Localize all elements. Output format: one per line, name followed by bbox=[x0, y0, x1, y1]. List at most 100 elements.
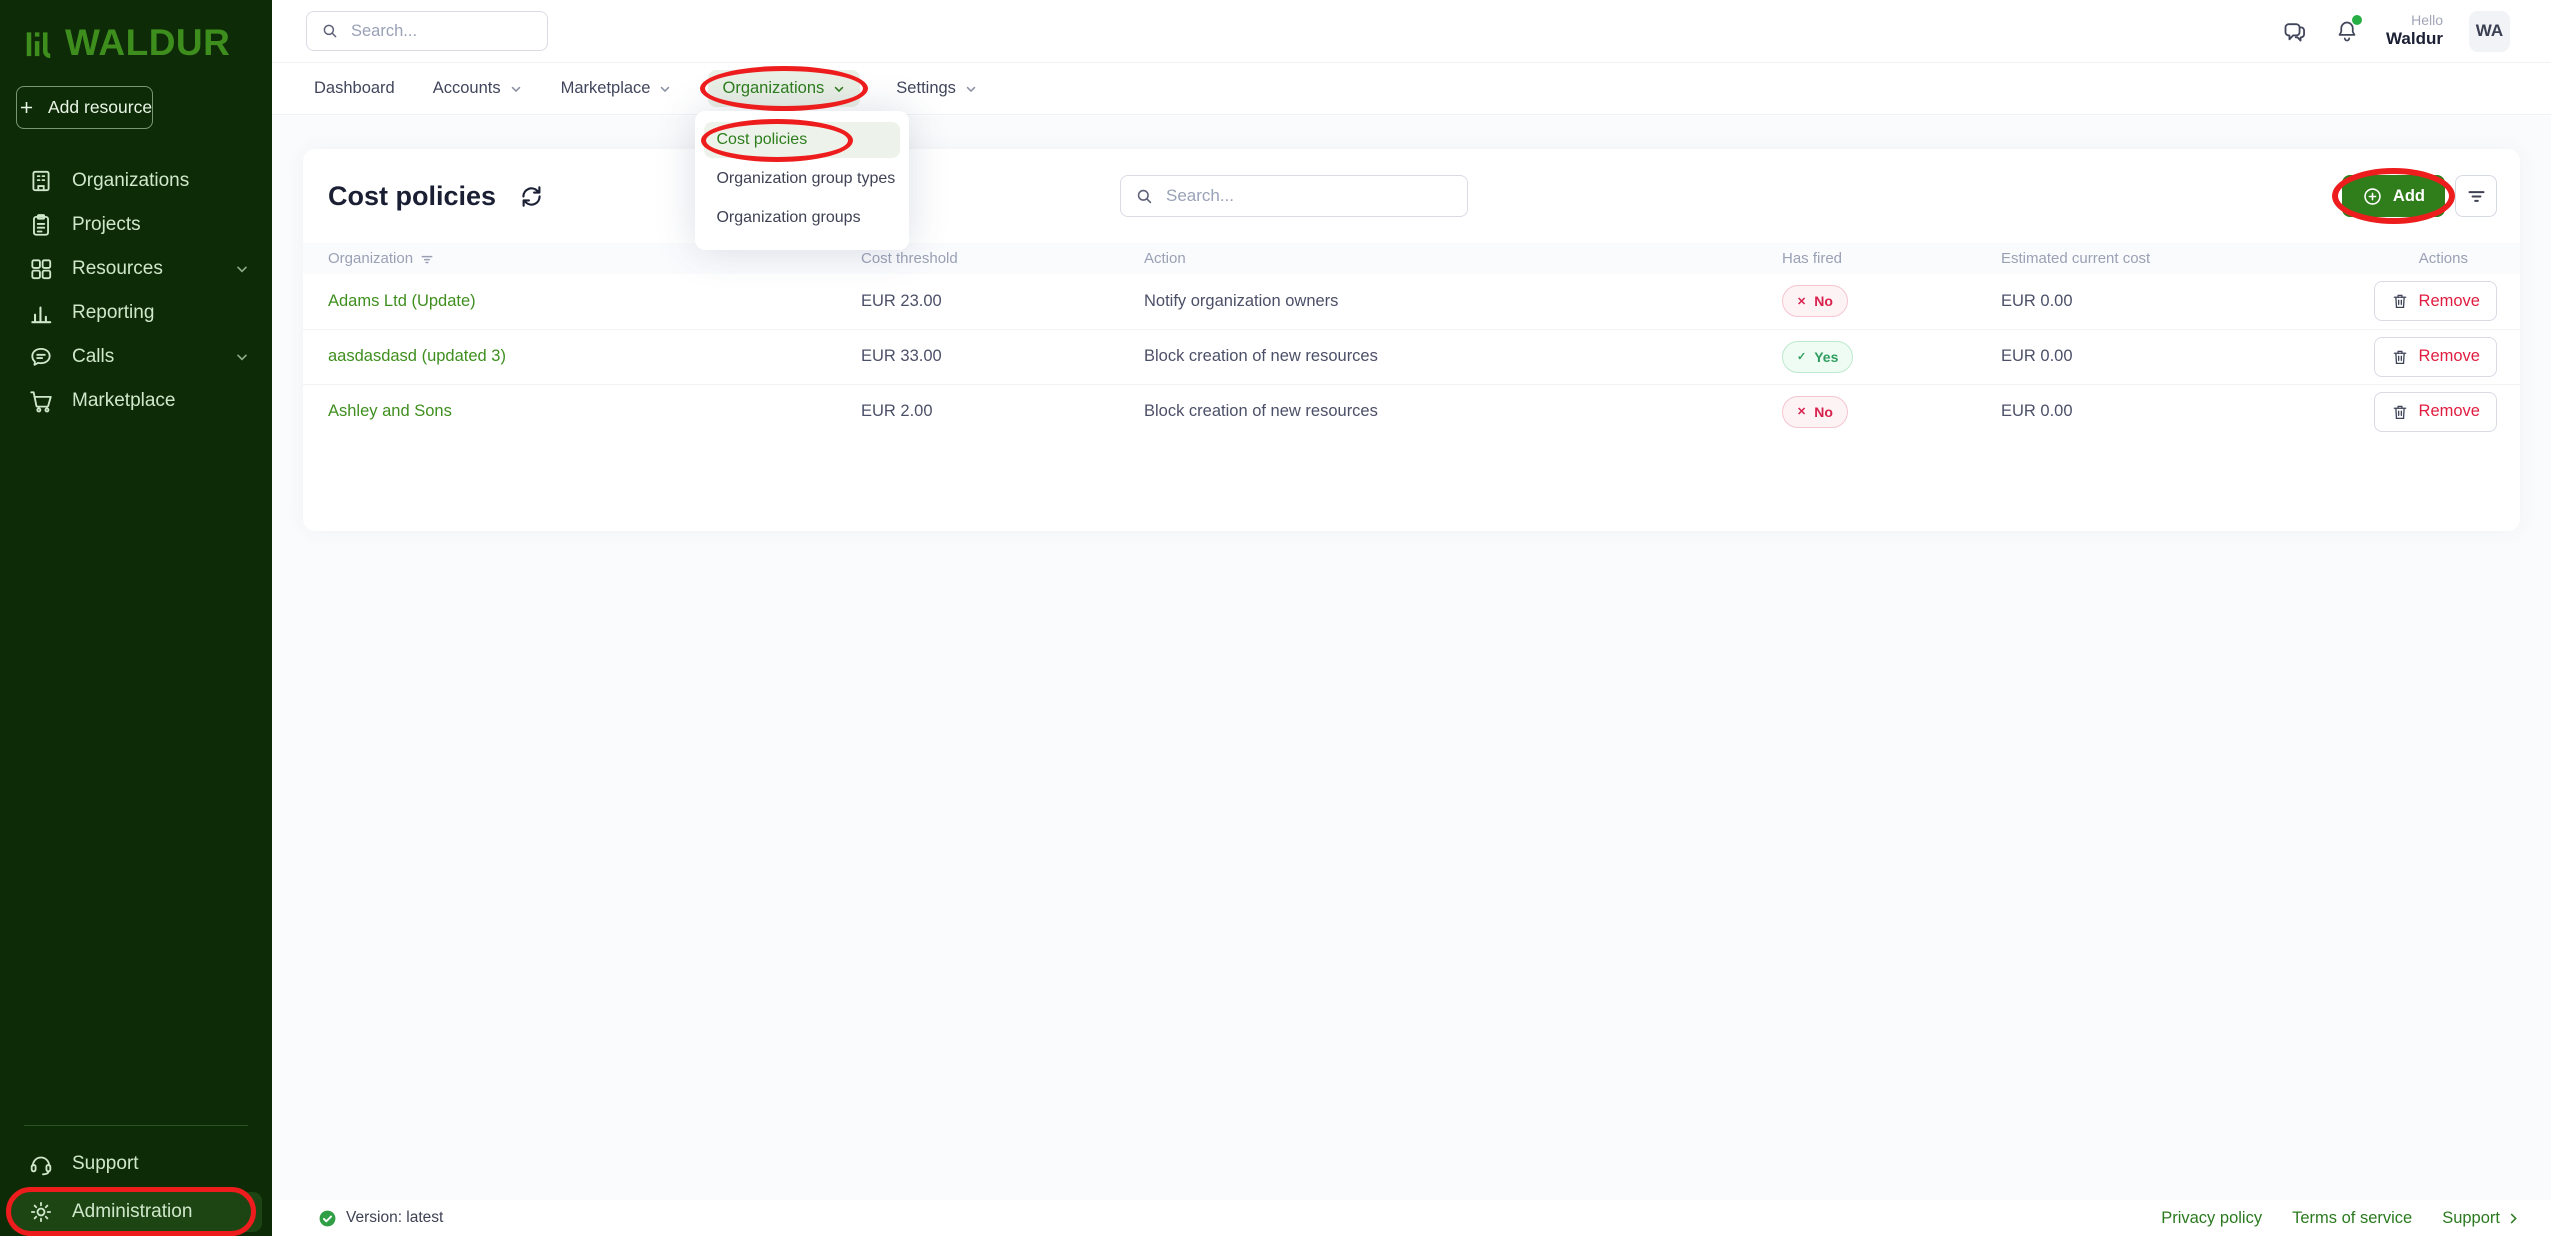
column-header-has-fired[interactable]: Has fired bbox=[1772, 243, 1991, 274]
cart-icon bbox=[28, 388, 54, 414]
organizations-dropdown: Cost policies Organization group types O… bbox=[695, 111, 909, 250]
chevron-right-icon bbox=[2506, 1211, 2521, 1226]
action-value: Notify organization owners bbox=[1134, 274, 1772, 329]
add-button[interactable]: Add bbox=[2342, 175, 2445, 217]
terms-of-service-link[interactable]: Terms of service bbox=[2292, 1209, 2412, 1228]
topbar-right: Hello Waldur WA bbox=[2281, 11, 2510, 52]
check-circle-icon bbox=[318, 1209, 337, 1228]
organization-link[interactable]: Adams Ltd (Update) bbox=[328, 292, 476, 310]
table-row: Ashley and Sons EUR 2.00 Block creation … bbox=[303, 384, 2520, 439]
estimated-cost-value: EUR 0.00 bbox=[1991, 329, 2330, 384]
bell-icon[interactable] bbox=[2334, 18, 2360, 44]
notification-dot bbox=[2352, 15, 2362, 25]
estimated-cost-value: EUR 0.00 bbox=[1991, 274, 2330, 329]
version-text: Version: latest bbox=[346, 1209, 443, 1227]
sidebar-item-calls[interactable]: Calls bbox=[0, 335, 272, 379]
table-row: Adams Ltd (Update) EUR 23.00 Notify orga… bbox=[303, 274, 2520, 329]
sidebar-item-marketplace[interactable]: Marketplace bbox=[0, 379, 272, 423]
chevron-down-icon bbox=[964, 82, 978, 96]
menu-item-organization-group-types[interactable]: Organization group types bbox=[704, 161, 900, 197]
page-title: Cost policies bbox=[328, 181, 496, 212]
check-icon: ✓ bbox=[1797, 350, 1806, 363]
sidebar-item-projects[interactable]: Projects bbox=[0, 203, 272, 247]
sidebar-item-resources[interactable]: Resources bbox=[0, 247, 272, 291]
card-controls: Add bbox=[2342, 175, 2497, 217]
gear-icon bbox=[28, 1199, 54, 1225]
organization-link[interactable]: aasdasdasd (updated 3) bbox=[328, 347, 506, 365]
sidebar-item-reporting[interactable]: Reporting bbox=[0, 291, 272, 335]
organization-link[interactable]: Ashley and Sons bbox=[328, 402, 452, 420]
remove-button[interactable]: Remove bbox=[2374, 392, 2497, 432]
sidebar-item-administration[interactable]: Administration bbox=[10, 1192, 262, 1232]
add-resource-button[interactable]: Add resource bbox=[16, 86, 153, 129]
table-search[interactable] bbox=[1120, 175, 1468, 217]
global-search-input[interactable] bbox=[351, 22, 533, 41]
chat-bubbles-icon[interactable] bbox=[2281, 18, 2308, 45]
cost-policies-card: Cost policies bbox=[303, 149, 2520, 531]
avatar[interactable]: WA bbox=[2469, 11, 2510, 52]
table-search-input[interactable] bbox=[1166, 186, 1453, 206]
global-search[interactable] bbox=[306, 11, 548, 51]
main-nav: Dashboard Accounts Marketplace Organizat… bbox=[272, 63, 2551, 115]
building-icon bbox=[28, 168, 54, 194]
remove-button[interactable]: Remove bbox=[2374, 337, 2497, 377]
plus-circle-icon bbox=[2362, 186, 2383, 207]
trash-icon bbox=[2391, 292, 2409, 310]
refresh-icon[interactable] bbox=[518, 183, 545, 210]
cost-threshold-value: EUR 2.00 bbox=[851, 384, 1134, 439]
sidebar-item-organizations[interactable]: Organizations bbox=[0, 159, 272, 203]
topbar: Hello Waldur WA bbox=[272, 0, 2551, 63]
chevron-down-icon bbox=[658, 82, 672, 96]
sidebar-item-support[interactable]: Support bbox=[0, 1142, 272, 1186]
search-icon bbox=[1135, 187, 1154, 206]
cost-threshold-value: EUR 23.00 bbox=[851, 274, 1134, 329]
sidebar-menu: Organizations Projects Resources bbox=[0, 159, 272, 423]
filter-icon bbox=[2466, 186, 2487, 207]
privacy-policy-link[interactable]: Privacy policy bbox=[2161, 1209, 2262, 1228]
table-row: aasdasdasd (updated 3) EUR 33.00 Block c… bbox=[303, 329, 2520, 384]
nav-item-accounts[interactable]: Accounts bbox=[431, 70, 525, 107]
waldur-logo-icon bbox=[24, 28, 54, 58]
action-value: Block creation of new resources bbox=[1134, 329, 1772, 384]
sidebar-divider bbox=[24, 1125, 248, 1126]
filter-button[interactable] bbox=[2455, 175, 2497, 217]
nav-item-dashboard[interactable]: Dashboard bbox=[312, 70, 397, 107]
cross-icon: ✕ bbox=[1797, 405, 1806, 418]
chat-bubble-icon bbox=[28, 344, 54, 370]
has-fired-badge: ✓ Yes bbox=[1782, 341, 1853, 373]
remove-button[interactable]: Remove bbox=[2374, 281, 2497, 321]
column-header-estimated-cost[interactable]: Estimated current cost bbox=[1991, 243, 2330, 274]
version-indicator: Version: latest bbox=[318, 1209, 443, 1228]
menu-item-cost-policies[interactable]: Cost policies bbox=[704, 122, 900, 158]
footer: Version: latest Privacy policy Terms of … bbox=[272, 1200, 2551, 1236]
clipboard-icon bbox=[28, 212, 54, 238]
trash-icon bbox=[2391, 403, 2409, 421]
table-header-row: Organization Cost threshold Action Has f… bbox=[303, 243, 2520, 274]
waldur-logo-text: WALDUR bbox=[65, 22, 230, 64]
estimated-cost-value: EUR 0.00 bbox=[1991, 384, 2330, 439]
has-fired-badge: ✕ No bbox=[1782, 285, 1848, 317]
cost-threshold-value: EUR 33.00 bbox=[851, 329, 1134, 384]
nav-item-organizations[interactable]: Organizations Cost policies Organization… bbox=[708, 70, 860, 107]
card-header: Cost policies bbox=[303, 149, 2520, 243]
header: Hello Waldur WA Dashboard Accounts Marke… bbox=[272, 0, 2551, 116]
column-header-action[interactable]: Action bbox=[1134, 243, 1772, 274]
nav-item-marketplace[interactable]: Marketplace bbox=[559, 70, 675, 107]
sidebar: WALDUR Add resource Organizations bbox=[0, 0, 272, 1236]
column-filter-icon[interactable] bbox=[420, 252, 434, 266]
menu-item-organization-groups[interactable]: Organization groups bbox=[704, 200, 900, 236]
bar-chart-icon bbox=[28, 300, 54, 326]
has-fired-badge: ✕ No bbox=[1782, 396, 1848, 428]
headset-icon bbox=[28, 1151, 54, 1177]
cross-icon: ✕ bbox=[1797, 295, 1806, 308]
search-icon bbox=[321, 22, 339, 40]
nav-item-settings[interactable]: Settings bbox=[894, 70, 980, 107]
content-area: Cost policies bbox=[272, 116, 2551, 1200]
chevron-down-icon bbox=[509, 82, 523, 96]
waldur-logo[interactable]: WALDUR bbox=[0, 0, 272, 64]
grid-icon bbox=[28, 256, 54, 282]
trash-icon bbox=[2391, 348, 2409, 366]
support-link[interactable]: Support bbox=[2442, 1209, 2521, 1228]
chevron-down-icon bbox=[234, 349, 250, 365]
plus-icon bbox=[17, 98, 36, 117]
